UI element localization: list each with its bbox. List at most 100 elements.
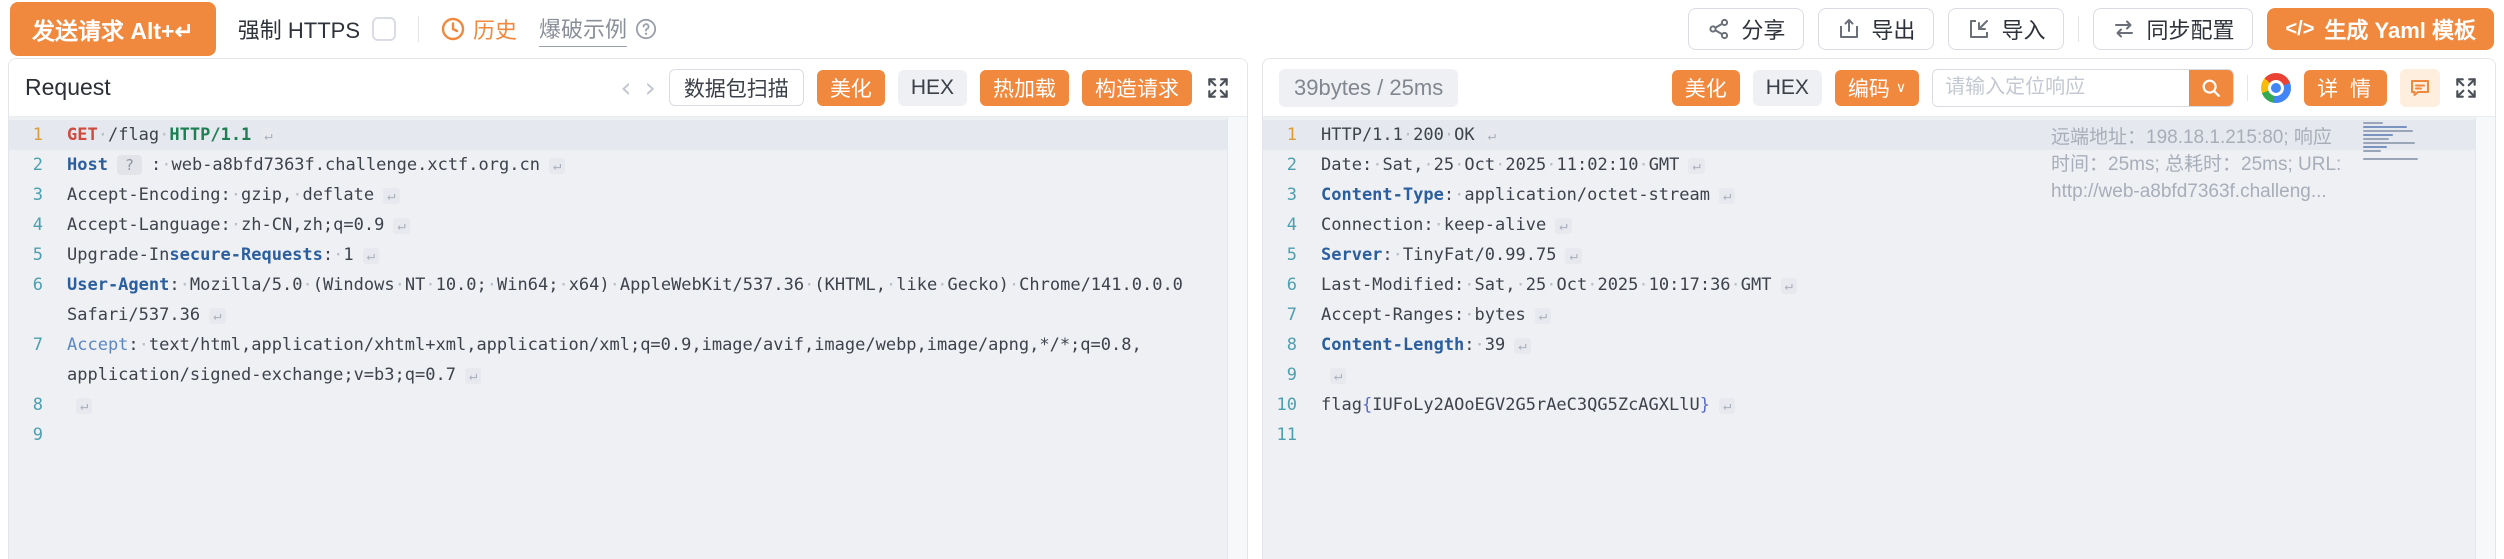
code-line[interactable]: Safari/537.36↵ [9, 300, 1247, 330]
export-icon [1837, 17, 1861, 41]
force-https-checkbox[interactable] [372, 17, 396, 41]
response-scrollbar[interactable] [2475, 117, 2495, 559]
code-text: Accept-Encoding:·gzip,·deflate↵ [67, 180, 400, 210]
chrome-icon[interactable] [2261, 73, 2291, 103]
line-number: 11 [1263, 420, 1321, 450]
code-line[interactable]: 9 [9, 420, 1247, 450]
line-number: 5 [1263, 240, 1321, 270]
send-request-button[interactable]: 发送请求 Alt+↵ [10, 2, 216, 56]
line-number: 9 [1263, 360, 1321, 390]
import-icon [1967, 17, 1991, 41]
line-number [9, 300, 67, 330]
code-line[interactable]: 3Accept-Encoding:·gzip,·deflate↵ [9, 180, 1247, 210]
code-text: Date:·Sat,·25·Oct·2025·11:02:10·GMT↵ [1321, 150, 1705, 180]
expand-icon[interactable] [2453, 75, 2479, 101]
line-number: 8 [1263, 330, 1321, 360]
line-number: 5 [9, 240, 67, 270]
share-icon [1707, 17, 1731, 41]
line-number: 3 [1263, 180, 1321, 210]
code-line[interactable]: 8Content-Length:·39↵ [1263, 330, 2495, 360]
history-label: 历史 [473, 13, 517, 45]
response-hex-button[interactable]: HEX [1753, 70, 1822, 106]
search-button[interactable] [2189, 70, 2233, 106]
line-number: 2 [1263, 150, 1321, 180]
code-text: Upgrade-Insecure-Requests:·1↵ [67, 240, 379, 270]
hot-reload-button[interactable]: 热加载 [980, 70, 1069, 106]
export-button[interactable]: 导出 [1818, 8, 1934, 50]
divider [418, 16, 419, 42]
line-number: 6 [1263, 270, 1321, 300]
panels-container: Request ‹ › 数据包扫描 美化 HEX 热加载 构造请求 1GET·/… [0, 58, 2504, 559]
code-line[interactable]: 7Accept-Ranges:·bytes↵ [1263, 300, 2495, 330]
construct-request-button[interactable]: 构造请求 [1082, 70, 1192, 106]
request-editor-lines: 1GET·/flag·HTTP/1.1↵2Host?:·web-a8bfd736… [9, 120, 1247, 450]
import-label: 导入 [2001, 13, 2045, 45]
share-button[interactable]: 分享 [1688, 8, 1804, 50]
request-scrollbar[interactable] [1227, 117, 1247, 559]
response-panel-header: 39bytes / 25ms 美化 HEX 编码 ∨ [1263, 59, 2495, 117]
generate-yaml-button[interactable]: </> 生成 Yaml 模板 [2267, 8, 2494, 50]
code-line[interactable]: 11 [1263, 420, 2495, 450]
blast-example-label: 爆破示例 [539, 12, 627, 47]
force-https-group: 强制 HTTPS [238, 13, 396, 45]
code-line[interactable]: 4Accept-Language:·zh-CN,zh;q=0.9↵ [9, 210, 1247, 240]
code-line[interactable]: 8↵ [9, 390, 1247, 420]
code-line[interactable]: 5Upgrade-Insecure-Requests:·1↵ [9, 240, 1247, 270]
sync-config-button[interactable]: 同步配置 [2093, 8, 2253, 50]
divider [2247, 75, 2248, 101]
export-label: 导出 [1871, 13, 1915, 45]
blast-example-link[interactable]: 爆破示例 [539, 12, 657, 47]
code-text: HTTP/1.1·200·OK↵ [1321, 120, 1500, 150]
code-line[interactable]: 1GET·/flag·HTTP/1.1↵ [9, 120, 1247, 150]
details-button[interactable]: 详 情 [2304, 70, 2387, 106]
code-line[interactable]: 9↵ [1263, 360, 2495, 390]
line-number: 4 [1263, 210, 1321, 240]
response-search-box [1932, 69, 2234, 107]
response-panel: 39bytes / 25ms 美化 HEX 编码 ∨ [1262, 58, 2496, 559]
line-number: 1 [1263, 120, 1321, 150]
import-button[interactable]: 导入 [1948, 8, 2064, 50]
code-text: Safari/537.36↵ [67, 300, 226, 330]
code-line[interactable]: application/signed-exchange;v=b3;q=0.7↵ [9, 360, 1247, 390]
code-text: Content-Length:·39↵ [1321, 330, 1531, 360]
code-line[interactable]: 7Accept:·text/html,application/xhtml+xml… [9, 330, 1247, 360]
line-number: 2 [9, 150, 67, 180]
code-text: Accept:·text/html,application/xhtml+xml,… [67, 330, 1142, 360]
beautify-button[interactable]: 美化 [817, 70, 885, 106]
history-button[interactable]: 历史 [441, 13, 517, 45]
packet-scan-button[interactable]: 数据包扫描 [669, 69, 804, 106]
encode-label: 编码 [1848, 73, 1890, 103]
line-number: 3 [9, 180, 67, 210]
line-number: 4 [9, 210, 67, 240]
encode-dropdown-button[interactable]: 编码 ∨ [1835, 70, 1919, 106]
expand-icon[interactable] [1205, 75, 1231, 101]
code-text: ↵ [1321, 360, 1346, 390]
line-number: 7 [9, 330, 67, 360]
code-text: Host?:·web-a8bfd7363f.challenge.xctf.org… [67, 150, 565, 180]
response-search-input[interactable] [1933, 70, 2189, 106]
comment-button[interactable] [2400, 69, 2440, 107]
minimap[interactable] [2363, 122, 2421, 162]
response-beautify-button[interactable]: 美化 [1672, 70, 1740, 106]
hex-button[interactable]: HEX [898, 70, 967, 106]
line-number: 6 [9, 270, 67, 300]
chevron-left-icon[interactable]: ‹ [620, 74, 631, 102]
code-icon: </> [2285, 18, 2314, 41]
code-text: Accept-Ranges:·bytes↵ [1321, 300, 1551, 330]
code-line[interactable]: 5Server:·TinyFat/0.99.75↵ [1263, 240, 2495, 270]
toolbar-left: 发送请求 Alt+↵ 强制 HTTPS 历史 爆破示例 [10, 2, 657, 56]
line-number: 10 [1263, 390, 1321, 420]
code-text: application/signed-exchange;v=b3;q=0.7↵ [67, 360, 481, 390]
request-editor[interactable]: 1GET·/flag·HTTP/1.1↵2Host?:·web-a8bfd736… [9, 117, 1247, 559]
request-title: Request [25, 74, 111, 101]
code-text: ↵ [67, 390, 92, 420]
code-line[interactable]: 4Connection:·keep-alive↵ [1263, 210, 2495, 240]
code-line[interactable]: 6Last-Modified:·Sat,·25·Oct·2025·10:17:3… [1263, 270, 2495, 300]
response-editor[interactable]: 1HTTP/1.1·200·OK↵2Date:·Sat,·25·Oct·2025… [1263, 117, 2495, 559]
code-line[interactable]: 6User-Agent:·Mozilla/5.0·(Windows·NT·10.… [9, 270, 1247, 300]
force-https-label: 强制 HTTPS [238, 13, 360, 45]
sync-icon [2112, 17, 2136, 41]
code-line[interactable]: 10flag{IUFoLy2AOoEGV2G5rAeC3QG5ZcAGXLlU}… [1263, 390, 2495, 420]
code-line[interactable]: 2Host?:·web-a8bfd7363f.challenge.xctf.or… [9, 150, 1247, 180]
chevron-right-icon[interactable]: › [645, 74, 656, 102]
